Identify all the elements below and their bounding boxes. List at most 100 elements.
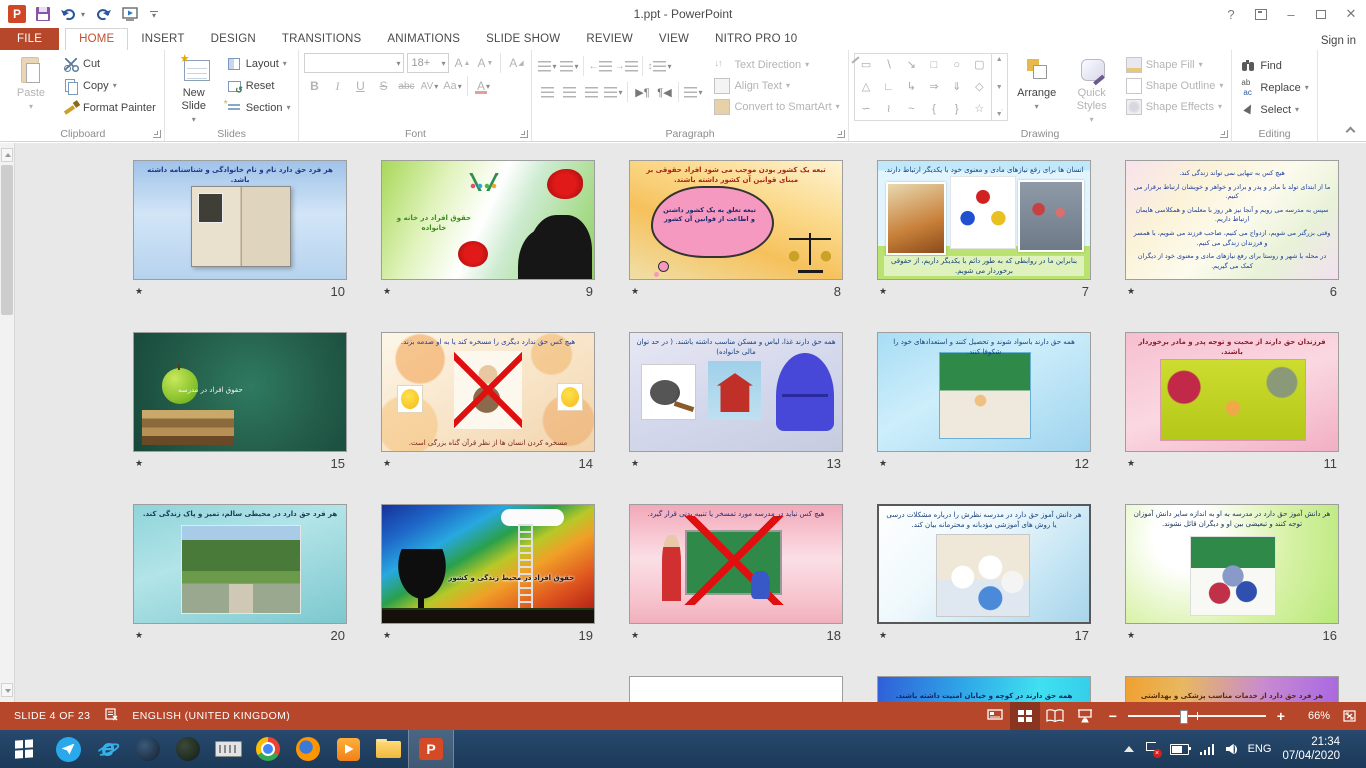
taskbar-clock[interactable]: 21:34 07/04/2020 xyxy=(1282,735,1344,763)
ribbon-display-options-icon[interactable] xyxy=(1246,3,1276,25)
tab-design[interactable]: DESIGN xyxy=(198,28,269,50)
volume-icon[interactable] xyxy=(1226,744,1239,755)
zoom-slider[interactable] xyxy=(1128,715,1266,717)
slide-thumbnail-17[interactable]: هر دانش آموز حق دارد در مدرسه نظرش را در… xyxy=(877,504,1091,624)
reset-button[interactable]: Reset xyxy=(223,75,294,96)
format-painter-button[interactable]: Format Painter xyxy=(60,97,159,118)
paragraph-dialog-launcher-icon[interactable] xyxy=(837,130,845,138)
shape-glyph-9[interactable]: ⇒ xyxy=(929,82,938,93)
numbering-button[interactable]: ▾ xyxy=(559,56,579,76)
section-button[interactable]: Section▾ xyxy=(223,97,294,118)
bold-button[interactable]: B xyxy=(304,76,324,96)
zoom-in-button[interactable]: + xyxy=(1274,708,1288,724)
minimize-icon[interactable]: – xyxy=(1276,3,1306,25)
battery-icon[interactable] xyxy=(1170,744,1189,755)
app-dark-1-icon[interactable] xyxy=(128,730,168,768)
slide-thumbnail-20[interactable]: هر فرد حق دارد در محیطی سالم، تمیز و پاک… xyxy=(133,504,347,624)
powerpoint-icon[interactable] xyxy=(408,730,454,768)
right-to-left-paragraph-button[interactable]: ¶◀ xyxy=(654,82,674,102)
align-right-button[interactable] xyxy=(581,82,601,102)
firefox-icon[interactable] xyxy=(288,730,328,768)
increase-font-size-button[interactable]: A▲ xyxy=(452,53,472,73)
tab-nitro-pro-10[interactable]: NITRO PRO 10 xyxy=(702,28,810,50)
select-button[interactable]: Select▾ xyxy=(1237,99,1311,120)
slide-thumbnail-21[interactable]: هر فرد حق دارد از خدمات مناسب پزشکی و به… xyxy=(1125,676,1339,702)
copy-button[interactable]: Copy▾ xyxy=(60,75,159,96)
character-spacing-button[interactable]: AV▾ xyxy=(419,76,439,96)
shape-glyph-7[interactable]: ∟ xyxy=(883,82,894,93)
start-button[interactable] xyxy=(0,730,48,768)
decrease-indent-button[interactable]: ← xyxy=(588,56,612,76)
action-center-flag-icon[interactable] xyxy=(1145,742,1159,756)
slide-thumbnail-19[interactable]: حقوق افراد در محیط زندگی و کشور xyxy=(381,504,595,624)
paste-button[interactable]: Paste▾ xyxy=(7,53,55,126)
tab-animations[interactable]: ANIMATIONS xyxy=(374,28,473,50)
slide-thumbnail-10[interactable]: هر فرد حق دارد نام و نام خانوادگی و شناس… xyxy=(133,160,347,280)
shape-fill-button[interactable]: Shape Fill▾ xyxy=(1123,55,1227,74)
shape-glyph-5[interactable]: ▢ xyxy=(974,60,984,71)
shape-glyph-4[interactable]: ○ xyxy=(953,60,960,71)
layout-button[interactable]: Layout▾ xyxy=(223,53,294,74)
scrollbar-up-arrow[interactable] xyxy=(1,148,13,162)
line-spacing-button[interactable]: ↕▾ xyxy=(647,56,671,76)
shape-glyph-10[interactable]: ⇓ xyxy=(952,82,961,93)
zoom-percentage[interactable]: 66% xyxy=(1296,710,1330,722)
shape-glyph-3[interactable]: □ xyxy=(931,60,938,71)
shape-glyph-17[interactable]: ☆ xyxy=(974,104,984,115)
save-button[interactable] xyxy=(36,4,50,24)
find-button[interactable]: Find xyxy=(1237,55,1311,76)
increase-indent-button[interactable]: → xyxy=(614,56,638,76)
slide-thumbnail-6[interactable]: هیچ کس به تنهایی نمی تواند زندگی کند.ما … xyxy=(1125,160,1339,280)
align-text-button[interactable]: Align Text▾ xyxy=(711,76,842,95)
undo-button[interactable] xyxy=(60,4,77,24)
redo-button[interactable] xyxy=(95,4,112,24)
slide-show-view-icon[interactable] xyxy=(1070,702,1100,730)
font-name-combo[interactable]: ▾ xyxy=(304,53,404,73)
slide-thumbnail-12[interactable]: همه حق دارند باسواد شوند و تحصیل کنند و … xyxy=(877,332,1091,452)
tab-view[interactable]: VIEW xyxy=(646,28,702,50)
text-direction-button[interactable]: Text Direction▾ xyxy=(711,55,842,74)
start-from-beginning-button[interactable] xyxy=(122,4,140,24)
font-dialog-launcher-icon[interactable] xyxy=(520,130,528,138)
shape-glyph-13[interactable]: ≀ xyxy=(887,104,891,115)
telegram-icon[interactable] xyxy=(48,730,88,768)
vertical-scrollbar[interactable] xyxy=(0,143,15,702)
font-color-button[interactable]: A▾ xyxy=(473,76,493,96)
slide-thumbnail-23[interactable]: با تشکر از شما xyxy=(629,676,843,702)
scrollbar-down-arrow[interactable] xyxy=(1,683,13,697)
text-shadow-button[interactable]: abc xyxy=(396,76,416,96)
arrange-button[interactable]: Arrange▾ xyxy=(1013,53,1061,126)
customize-qat-icon[interactable]: ▾ xyxy=(150,11,158,18)
underline-button[interactable]: U xyxy=(350,76,370,96)
shape-glyph-15[interactable]: { xyxy=(932,104,936,115)
replace-button[interactable]: Replace▾ xyxy=(1237,77,1311,98)
shape-glyph-14[interactable]: ~ xyxy=(908,104,914,115)
tab-transitions[interactable]: TRANSITIONS xyxy=(269,28,375,50)
chrome-icon[interactable] xyxy=(248,730,288,768)
shape-glyph-16[interactable]: } xyxy=(955,104,959,115)
drawing-dialog-launcher-icon[interactable] xyxy=(1220,130,1228,138)
file-explorer-icon[interactable] xyxy=(368,730,408,768)
justify-button[interactable]: ▾ xyxy=(603,82,623,102)
language-label[interactable]: ENGLISH (UNITED KINGDOM) xyxy=(132,710,290,722)
shape-glyph-1[interactable]: ∖ xyxy=(885,60,892,71)
quick-styles-button[interactable]: Quick Styles▾ xyxy=(1066,53,1118,126)
strikethrough-button[interactable]: S xyxy=(373,76,393,96)
clipboard-dialog-launcher-icon[interactable] xyxy=(153,130,161,138)
bullets-button[interactable]: ▾ xyxy=(537,56,557,76)
on-screen-keyboard-icon[interactable] xyxy=(208,730,248,768)
slide-thumbnail-15[interactable]: حقوق افراد در مدرسه xyxy=(133,332,347,452)
decrease-font-size-button[interactable]: A▼ xyxy=(475,53,495,73)
left-to-right-paragraph-button[interactable]: ▶¶ xyxy=(632,82,652,102)
sign-in-link[interactable]: Sign in xyxy=(1321,35,1356,47)
restore-icon[interactable] xyxy=(1306,3,1336,25)
tab-slide-show[interactable]: SLIDE SHOW xyxy=(473,28,573,50)
slide-thumbnail-18[interactable]: هیچ کس نباید در مدرسه مورد تمسخر یا تنبی… xyxy=(629,504,843,624)
fit-slide-to-window-icon[interactable] xyxy=(1336,702,1362,730)
columns-button[interactable]: ▾ xyxy=(683,82,703,102)
slide-thumbnail-9[interactable]: حقوق افراد در خانه و خانواده xyxy=(381,160,595,280)
media-player-icon[interactable] xyxy=(328,730,368,768)
italic-button[interactable]: I xyxy=(327,76,347,96)
shape-effects-button[interactable]: Shape Effects▾ xyxy=(1123,97,1227,116)
shape-glyph-8[interactable]: ↳ xyxy=(907,82,916,93)
